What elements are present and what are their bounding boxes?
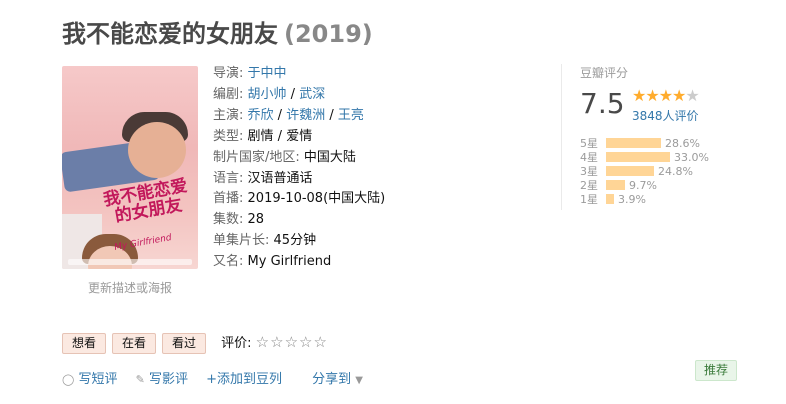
separator: / xyxy=(273,107,287,123)
rate-label: 评价: xyxy=(221,336,252,351)
episodes-value: 28 xyxy=(247,212,265,228)
rating-stars: ★★★★★ xyxy=(632,86,700,105)
cast-link[interactable]: 许魏洲 xyxy=(286,108,325,123)
separator: / xyxy=(273,128,287,144)
region-value: 中国大陆 xyxy=(303,149,356,165)
genre-value: 爱情 xyxy=(286,128,313,144)
star-icon: ★ xyxy=(672,86,686,105)
cast-row: 主演: 乔欣 / 许魏洲 / 王亮 xyxy=(213,106,385,127)
duration-value: 45分钟 xyxy=(273,233,317,249)
add-to-doulist-link[interactable]: +添加到豆列 xyxy=(206,372,282,387)
premiere-row: 首播: 2019-10-08(中国大陆) xyxy=(213,189,385,210)
write-review-link[interactable]: ✎ 写影评 xyxy=(136,372,188,387)
premiere-label: 首播: xyxy=(213,191,244,207)
page-title: 我不能恋爱的女朋友 (2019) xyxy=(62,14,373,49)
info-panel: 导演: 于中中 编剧: 胡小帅 / 武深 主演: 乔欣 / 许魏洲 / 王亮 类… xyxy=(213,64,385,273)
rating-row: 3星 24.8% xyxy=(580,165,709,179)
write-short-review-link[interactable]: ◯ 写短评 xyxy=(62,372,117,387)
poster-badges xyxy=(68,259,192,265)
premiere-value: 2019-10-08(中国大陆) xyxy=(247,191,386,207)
rating-pct: 3.9% xyxy=(618,193,646,206)
rating-score: 7.5 xyxy=(580,87,625,120)
rating-row-label: 2星 xyxy=(580,179,598,192)
star-icon: ★ xyxy=(658,86,673,105)
episodes-row: 集数: 28 xyxy=(213,210,385,231)
caret-down-icon: ▼ xyxy=(355,375,363,386)
rating-bar xyxy=(606,152,670,162)
watched-button[interactable]: 看过 xyxy=(162,333,207,354)
poster-face xyxy=(128,122,186,178)
share-label: 分享到 xyxy=(312,372,352,387)
duration-row: 单集片长: 45分钟 xyxy=(213,231,385,252)
aka-label: 又名: xyxy=(213,254,244,270)
cast-label: 主演: xyxy=(213,107,244,123)
rating-pct: 9.7% xyxy=(629,179,657,192)
aka-row: 又名: My Girlfriend xyxy=(213,252,385,273)
separator: / xyxy=(325,107,338,123)
rating-bar xyxy=(606,180,625,190)
star-icon: ★ xyxy=(632,86,646,105)
rating-row-label: 4星 xyxy=(580,151,598,164)
rating-bar xyxy=(606,138,661,148)
rating-row-label: 3星 xyxy=(580,165,598,178)
writer-label: 编剧: xyxy=(213,86,244,102)
write-review-label: 写影评 xyxy=(148,372,188,387)
region-row: 制片国家/地区: 中国大陆 xyxy=(213,148,385,169)
rating-pct: 24.8% xyxy=(658,165,693,178)
watching-button[interactable]: 在看 xyxy=(112,333,157,354)
director-row: 导演: 于中中 xyxy=(213,64,385,85)
language-label: 语言: xyxy=(213,170,244,186)
episodes-label: 集数: xyxy=(213,212,244,228)
update-poster-link[interactable]: 更新描述或海报 xyxy=(88,279,172,296)
action-bar: ◯ 写短评 ✎ 写影评 +添加到豆列 分享到 ▼ xyxy=(62,368,363,387)
director-label: 导演: xyxy=(213,66,244,81)
poster-image[interactable]: 我不能恋爱的女朋友 My Girlfriend xyxy=(62,66,198,269)
genre-label: 类型: xyxy=(213,128,244,144)
rating-row-label: 1星 xyxy=(580,193,598,206)
rating-divider xyxy=(561,64,562,210)
rating-bar xyxy=(606,194,614,204)
title-text: 我不能恋爱的女朋友 xyxy=(62,20,278,48)
rating-distribution: 5星 28.6% 4星 33.0% 3星 24.8% 2星 9.7% 1星 3.9% xyxy=(580,137,709,207)
comment-icon: ◯ xyxy=(62,373,75,386)
language-value: 汉语普通话 xyxy=(247,170,313,186)
duration-label: 单集片长: xyxy=(213,233,270,249)
star-empty-icon: ★ xyxy=(685,86,699,105)
genre-row: 类型: 剧情 / 爱情 xyxy=(213,127,385,148)
cast-link[interactable]: 乔欣 xyxy=(248,108,274,123)
cast-link[interactable]: 王亮 xyxy=(338,108,364,123)
rating-pct: 28.6% xyxy=(665,137,700,150)
rating-panel: 豆瓣评分 7.5 ★★★★★ 3848人评价 xyxy=(580,64,700,123)
writer-link[interactable]: 胡小帅 xyxy=(248,87,287,102)
share-link[interactable]: 分享到 ▼ xyxy=(312,372,363,387)
title-year: (2019) xyxy=(284,20,373,48)
rating-row: 1星 3.9% xyxy=(580,193,709,207)
pencil-icon: ✎ xyxy=(135,373,145,386)
rate-stars-input[interactable]: ☆☆☆☆☆ xyxy=(256,333,328,351)
rating-pct: 33.0% xyxy=(674,151,709,164)
rating-count-link[interactable]: 3848人评价 xyxy=(632,107,699,124)
rating-row-label: 5星 xyxy=(580,137,598,150)
rate-widget: 评价: ☆☆☆☆☆ xyxy=(221,332,328,351)
language-row: 语言: 汉语普通话 xyxy=(213,169,385,190)
star-icon: ★ xyxy=(645,86,659,105)
aka-value: My Girlfriend xyxy=(247,254,332,270)
write-short-review-label: 写短评 xyxy=(78,372,118,387)
genre-value: 剧情 xyxy=(247,128,274,144)
recommend-button[interactable]: 推荐 xyxy=(695,360,738,381)
rating-bar xyxy=(606,166,654,176)
separator: / xyxy=(286,86,300,102)
rating-row: 2星 9.7% xyxy=(580,179,709,193)
director-link[interactable]: 于中中 xyxy=(248,66,287,81)
rating-row: 5星 28.6% xyxy=(580,137,709,151)
rating-label: 豆瓣评分 xyxy=(580,66,629,80)
writer-link[interactable]: 武深 xyxy=(299,87,325,102)
want-to-watch-button[interactable]: 想看 xyxy=(62,333,107,354)
region-label: 制片国家/地区: xyxy=(213,149,300,165)
rating-row: 4星 33.0% xyxy=(580,151,709,165)
collection-buttons: 想看 在看 看过 评价: ☆☆☆☆☆ xyxy=(62,332,328,354)
writer-row: 编剧: 胡小帅 / 武深 xyxy=(213,85,385,106)
